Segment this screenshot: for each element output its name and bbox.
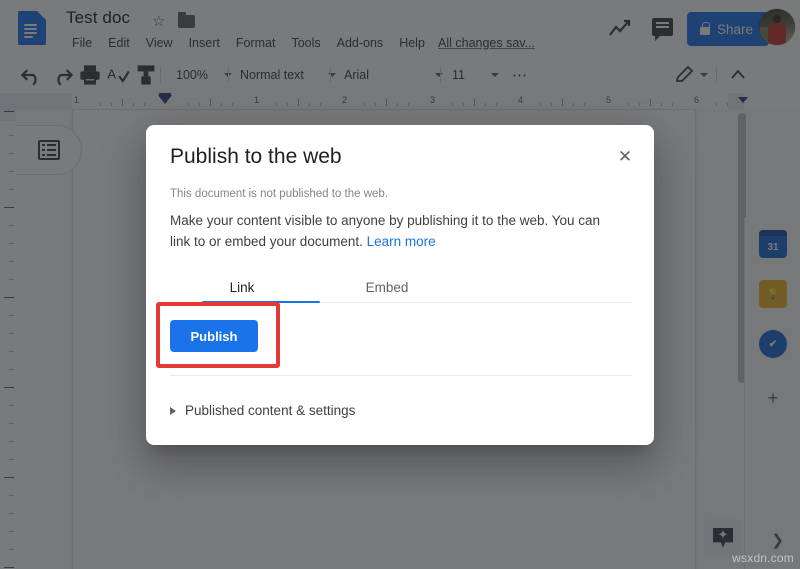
published-content-settings-label: Published content & settings <box>185 403 356 418</box>
published-content-settings-toggle[interactable]: Published content & settings <box>170 403 355 418</box>
tab-link[interactable]: Link <box>216 273 268 301</box>
dialog-title: Publish to the web <box>170 145 342 168</box>
tab-embed[interactable]: Embed <box>356 273 418 301</box>
learn-more-link[interactable]: Learn more <box>367 234 436 249</box>
dialog-divider <box>170 375 632 376</box>
close-icon[interactable]: ✕ <box>613 145 637 169</box>
triangle-right-icon <box>170 406 176 415</box>
dialog-description: Make your content visible to anyone by p… <box>170 211 622 253</box>
dialog-tabs: Link Embed <box>170 273 632 303</box>
publish-button[interactable]: Publish <box>170 320 258 352</box>
publish-to-web-dialog: Publish to the web ✕ This document is no… <box>146 125 654 445</box>
google-docs-window: Test doc ☆ File Edit View Insert Format … <box>0 0 800 569</box>
publish-status-text: This document is not published to the we… <box>170 188 388 200</box>
watermark: wsxdn.com <box>732 551 794 565</box>
